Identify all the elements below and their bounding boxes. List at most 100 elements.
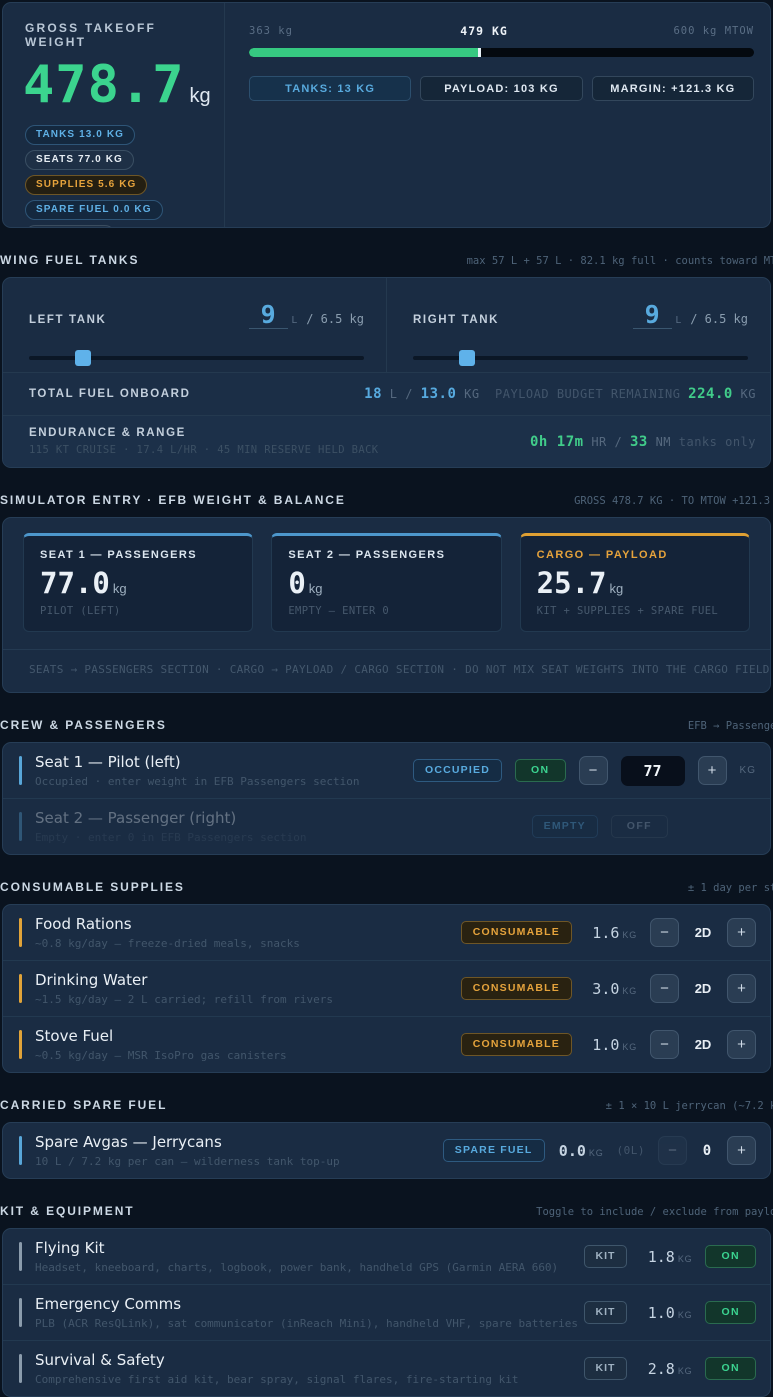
- supply-weight: 1.6: [592, 924, 619, 942]
- seat2-toggle[interactable]: OFF: [611, 815, 668, 838]
- row-accent: [19, 756, 22, 785]
- fuel-section-title: WING FUEL TANKS: [0, 253, 139, 267]
- gross-weight-title: GROSS TAKEOFF WEIGHT: [25, 21, 212, 49]
- spare-fuel-title: Spare Avgas — Jerrycans: [35, 1133, 340, 1151]
- supply-minus-button[interactable]: −: [650, 974, 679, 1003]
- left-tank-input[interactable]: 9: [249, 302, 288, 329]
- supply-plus-button[interactable]: +: [727, 974, 756, 1003]
- crew-section-meta: EFB → Passengers: [688, 720, 773, 732]
- kit-title: Emergency Comms: [35, 1295, 578, 1313]
- kit-weight-unit: KG: [678, 1310, 693, 1320]
- seat1-toggle[interactable]: ON: [515, 759, 566, 782]
- spare-fuel-row: Spare Avgas — Jerrycans 10 L / 7.2 kg pe…: [3, 1123, 770, 1178]
- left-tank: LEFT TANK 9 L / 6.5 kg: [3, 278, 386, 372]
- spare-fuel-section-meta: ± 1 × 10 L jerrycan (~7.2 kg): [606, 1100, 773, 1112]
- simulator-panel: SEAT 1 — PASSENGERS 77.0 kg PILOT (LEFT)…: [2, 517, 771, 693]
- endurance-time-unit: HR: [591, 435, 606, 449]
- total-fuel-kg: 13.0: [421, 386, 457, 402]
- endurance-range: 33: [630, 434, 648, 450]
- spare-fuel-panel: Spare Avgas — Jerrycans 10 L / 7.2 kg pe…: [2, 1122, 771, 1179]
- slider-handle[interactable]: [75, 350, 91, 366]
- seat2-title: Seat 2 — Passenger (right): [35, 809, 307, 827]
- total-fuel-liters-unit: L: [390, 387, 398, 401]
- supply-minus-button[interactable]: −: [650, 918, 679, 947]
- kit-toggle[interactable]: ON: [705, 1301, 756, 1324]
- row-accent: [19, 812, 22, 841]
- efb-card-seat2: SEAT 2 — PASSENGERS 0 kg EMPTY — ENTER 0: [271, 533, 501, 632]
- spare-fuel-plus-button[interactable]: +: [727, 1136, 756, 1165]
- seat1-minus-button[interactable]: −: [579, 756, 608, 785]
- kit-section-title: KIT & EQUIPMENT: [0, 1204, 135, 1218]
- row-accent: [19, 1136, 22, 1165]
- efb-card-cargo: CARGO — PAYLOAD 25.7 kg KIT + SUPPLIES +…: [520, 533, 750, 632]
- left-tank-capacity: / 6.5 kg: [306, 312, 364, 326]
- endurance-range-unit: NM: [656, 435, 671, 449]
- card-title: SEAT 1 — PASSENGERS: [40, 549, 236, 561]
- supply-days: 2D: [692, 981, 714, 996]
- seat1-row: Seat 1 — Pilot (left) Occupied · enter w…: [3, 743, 770, 798]
- supply-weight: 1.0: [592, 1036, 619, 1054]
- consumable-badge: CONSUMABLE: [461, 1033, 572, 1056]
- supply-row-food: Food Rations ~0.8 kg/day — freeze-dried …: [3, 905, 770, 960]
- progressbar-marker: [478, 48, 481, 57]
- supply-plus-button[interactable]: +: [727, 918, 756, 947]
- endurance-sub: 115 KT CRUISE · 17.4 L/HR · 45 MIN RESER…: [29, 444, 379, 456]
- separator: /: [615, 435, 623, 449]
- gross-weight-card: GROSS TAKEOFF WEIGHT 478.7 kg TANKS 13.0…: [2, 2, 771, 228]
- supply-minus-button[interactable]: −: [650, 1030, 679, 1059]
- gross-weight-pane: GROSS TAKEOFF WEIGHT 478.7 kg TANKS 13.0…: [3, 3, 225, 227]
- left-tank-slider[interactable]: [29, 350, 364, 366]
- progressbar-fill: [249, 48, 481, 57]
- supply-days: 2D: [692, 1037, 714, 1052]
- fuel-section-meta: max 57 L + 57 L · 82.1 kg full · counts …: [467, 255, 773, 267]
- spare-fuel-minus-button[interactable]: −: [658, 1136, 687, 1165]
- total-fuel-label: TOTAL FUEL ONBOARD: [29, 388, 190, 400]
- kit-sub: Comprehensive first aid kit, bear spray,…: [35, 1373, 518, 1386]
- badge-seats: SEATS 77.0 KG: [25, 150, 134, 170]
- consumable-badge: CONSUMABLE: [461, 977, 572, 1000]
- kit-panel: Flying Kit Headset, kneeboard, charts, l…: [2, 1228, 771, 1397]
- bar-max-label: 600 kg MTOW: [673, 25, 754, 37]
- supply-weight-unit: KG: [622, 1042, 637, 1052]
- supplies-section-title: CONSUMABLE SUPPLIES: [0, 880, 185, 894]
- budget-label: PAYLOAD BUDGET REMAINING: [495, 387, 680, 401]
- seat1-plus-button[interactable]: +: [698, 756, 727, 785]
- badge-tanks: TANKS 13.0 KG: [25, 125, 135, 145]
- kit-toggle[interactable]: ON: [705, 1245, 756, 1268]
- card-sub: PILOT (LEFT): [40, 605, 236, 617]
- card-title: SEAT 2 — PASSENGERS: [288, 549, 484, 561]
- card-unit: kg: [610, 581, 624, 596]
- row-accent: [19, 1030, 22, 1059]
- seat1-sub: Occupied · enter weight in EFB Passenger…: [35, 775, 360, 788]
- card-unit: kg: [113, 581, 127, 596]
- card-value: 25.7: [537, 569, 607, 598]
- total-fuel-row: TOTAL FUEL ONBOARD 18 L / 13.0 KG PAYLOA…: [3, 372, 770, 415]
- seat1-weight-input[interactable]: 77: [621, 756, 685, 786]
- right-tank-slider[interactable]: [413, 350, 748, 366]
- weight-bar-pane: 363 kg 479 KG 600 kg MTOW TANKS: 13 KG P…: [225, 3, 770, 227]
- spare-fuel-section-title: CARRIED SPARE FUEL: [0, 1098, 167, 1112]
- kit-weight: 2.8: [648, 1360, 675, 1378]
- supply-row-stove-fuel: Stove Fuel ~0.5 kg/day — MSR IsoPro gas …: [3, 1016, 770, 1072]
- weight-breakdown-badges: TANKS 13.0 KG SEATS 77.0 KG SUPPLIES 5.6…: [25, 125, 212, 228]
- card-sub: EMPTY — ENTER 0: [288, 605, 484, 617]
- kit-row-emergency-comms: Emergency Comms PLB (ACR ResQLink), sat …: [3, 1284, 770, 1340]
- row-accent: [19, 918, 22, 947]
- spare-fuel-count: 0: [700, 1143, 714, 1159]
- gross-weight-value: 478.7: [23, 55, 185, 115]
- badge-spare-fuel: SPARE FUEL 0.0 KG: [25, 200, 163, 220]
- slider-handle[interactable]: [459, 350, 475, 366]
- left-tank-label: LEFT TANK: [29, 314, 106, 326]
- separator: /: [405, 387, 413, 401]
- right-tank-input[interactable]: 9: [633, 302, 672, 329]
- kit-badge: KIT: [584, 1301, 628, 1324]
- kit-row-flying-kit: Flying Kit Headset, kneeboard, charts, l…: [3, 1229, 770, 1284]
- row-accent: [19, 1242, 22, 1271]
- supplies-section-meta: ± 1 day per step: [688, 882, 773, 894]
- right-tank-capacity: / 6.5 kg: [690, 312, 748, 326]
- kit-toggle[interactable]: ON: [705, 1357, 756, 1380]
- row-accent: [19, 1354, 22, 1383]
- kit-badge: KIT: [584, 1357, 628, 1380]
- stat-payload: PAYLOAD: 103 KG: [420, 76, 582, 101]
- supply-plus-button[interactable]: +: [727, 1030, 756, 1059]
